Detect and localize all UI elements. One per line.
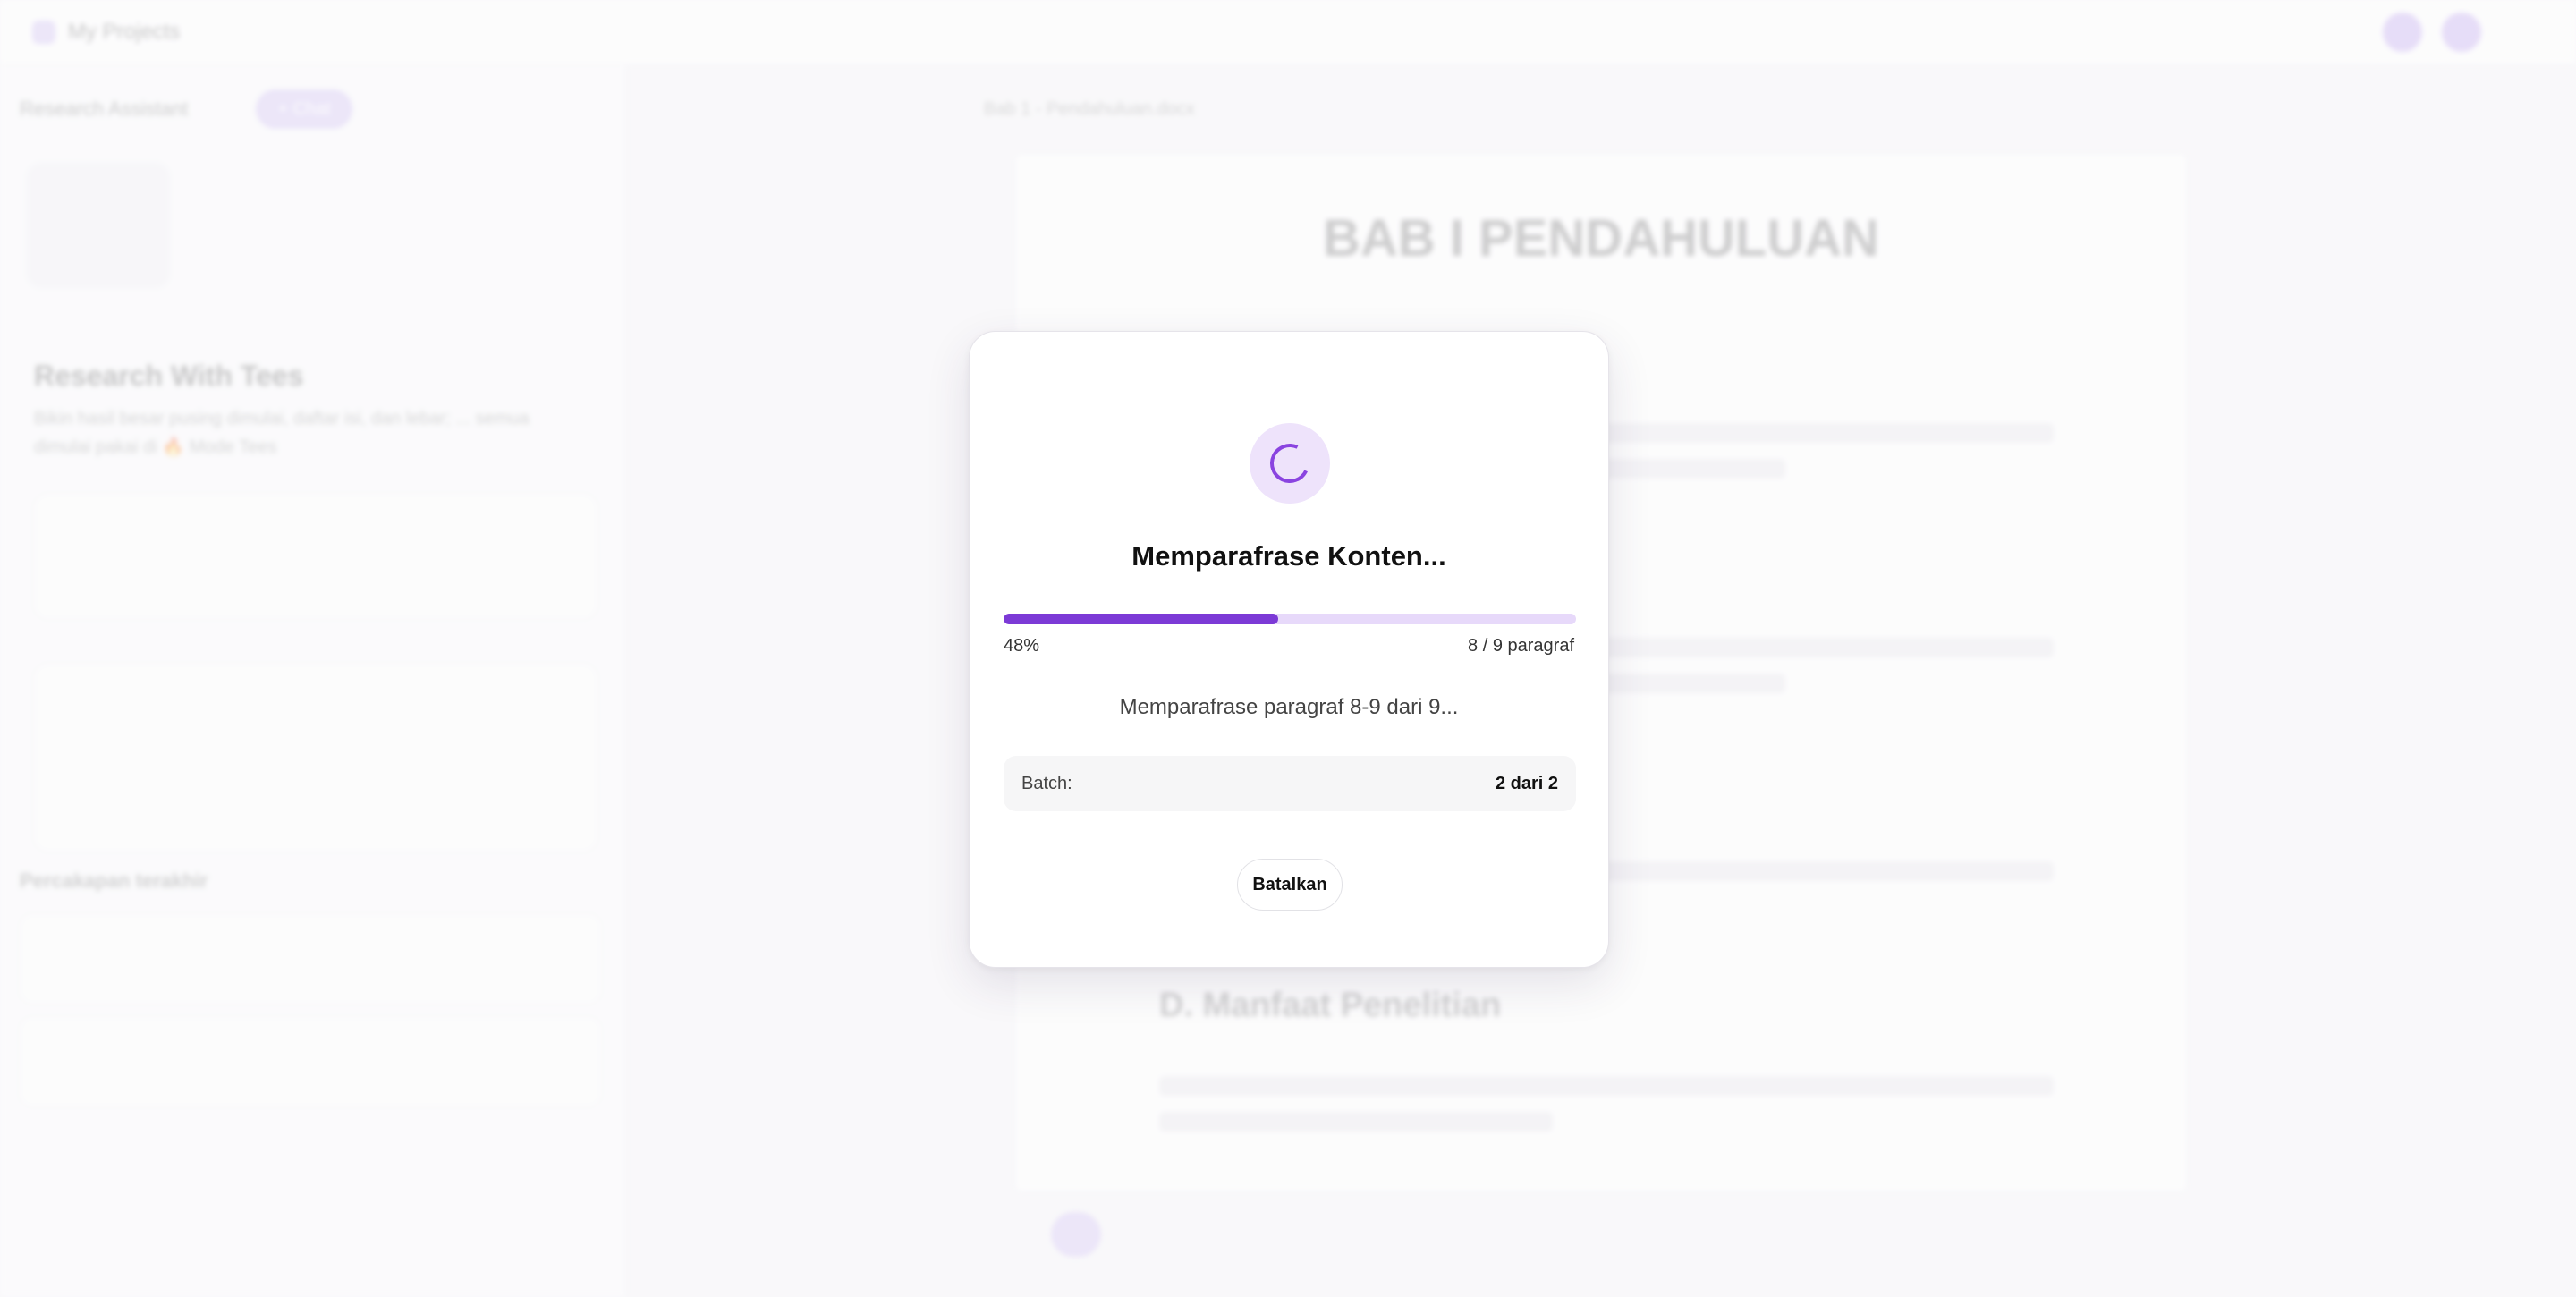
progress-percent: 48%	[1004, 636, 1040, 656]
paraphrase-progress-dialog: Memparafrase Konten... 48% 8 / 9 paragra…	[969, 331, 1609, 968]
batch-label: Batch:	[1021, 773, 1072, 793]
progress-bar	[1004, 614, 1576, 624]
loading-spinner	[1250, 423, 1330, 504]
dialog-title: Memparafrase Konten...	[1131, 540, 1446, 572]
status-text: Memparafrase paragraf 8-9 dari 9...	[1119, 695, 1459, 719]
spinner-icon	[1264, 437, 1316, 489]
cancel-button[interactable]: Batalkan	[1237, 859, 1343, 911]
batch-value: 2 dari 2	[1495, 773, 1558, 793]
progress-bar-fill	[1004, 614, 1279, 624]
batch-info: Batch: 2 dari 2	[1004, 756, 1576, 811]
paragraph-count: 8 / 9 paragraf	[1468, 636, 1574, 656]
